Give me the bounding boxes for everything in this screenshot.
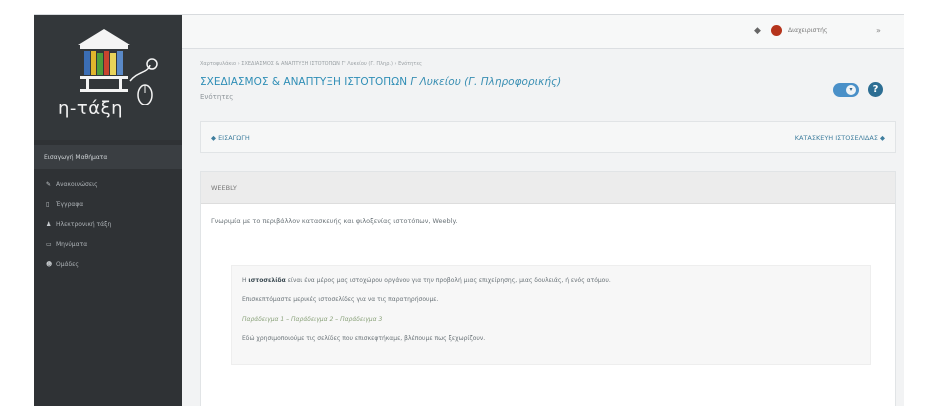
toggle-knob-icon: ▾ [846, 85, 856, 95]
content-line-2: Επισκεπτόμαστε μερικές ιστοσελίδες για ν… [242, 296, 439, 303]
user-avatar-icon[interactable] [771, 25, 782, 36]
sidebar-item-label: Έγγραφα [56, 201, 84, 208]
example-links[interactable]: Παράδειγμα 1 – Παράδειγμα 2 – Παράδειγμα… [242, 316, 382, 323]
document-icon: ▯ [46, 201, 50, 208]
sidebar-item-label: Μηνύματα [56, 241, 88, 248]
page-subtitle: Ενότητες [200, 93, 234, 101]
user-menu[interactable]: Διαχειριστής [788, 27, 827, 34]
logo[interactable]: η-τάξη [34, 15, 182, 140]
page-title: ΣΧΕΔΙΑΣΜΟΣ & ΑΝΑΠΤΥΞΗ ΙΣΤΟΤΟΠΩΝ Γ Λυκείο… [200, 76, 561, 88]
course-title: ΣΧΕΔΙΑΣΜΟΣ & ΑΝΑΠΤΥΞΗ ΙΣΤΟΤΟΠΩΝ [200, 76, 408, 88]
group-icon: ☻ [46, 261, 53, 268]
school-logo-icon [78, 29, 158, 105]
content-line-4: Εδώ χρησιμοποιούμε τις σελίδες που επισκ… [242, 335, 486, 342]
chat-icon: ▭ [46, 241, 52, 248]
content-line-1: Η ιστοσελίδα είναι ένα μέρος μας ιστοχώρ… [242, 277, 611, 284]
sidebar-item-label: Ηλεκτρονική τάξη [56, 221, 112, 228]
app-window: η-τάξη Εισαγωγή Μαθήματα ✎ Ανακοινώσεις ▯… [34, 14, 904, 406]
main-content: Χαρτοφυλάκιο › ΣΧΕΔΙΑΣΜΟΣ & ΑΝΑΠΤΥΞΗ ΙΣΤ… [182, 49, 904, 406]
sidebar-item-documents[interactable]: ▯ Έγγραφα [34, 195, 182, 213]
sidebar-item-messages[interactable]: ▭ Μηνύματα [34, 235, 182, 253]
unit-content-box: Η ιστοσελίδα είναι ένα μέρος μας ιστοχώρ… [231, 265, 871, 365]
course-class: Γ Λυκείου (Γ. Πληροφορικής) [410, 76, 562, 88]
previous-unit-link[interactable]: ◆ ΕΙΣΑΓΩΓΗ [211, 134, 250, 142]
sidebar: η-τάξη Εισαγωγή Μαθήματα ✎ Ανακοινώσεις ▯… [34, 15, 182, 406]
text-fragment: είναι ένα μέρος μας ιστοχώρου οργάνου γι… [285, 277, 611, 284]
sidebar-item-announcements[interactable]: ✎ Ανακοινώσεις [34, 175, 182, 193]
sidebar-section-header[interactable]: Εισαγωγή Μαθήματα [34, 145, 182, 169]
view-toggle[interactable]: ▾ [833, 83, 859, 97]
unit-navigation: ◆ ΕΙΣΑΓΩΓΗ ΚΑΤΑΣΚΕΥΗ ΙΣΤΟΣΕΛΙΔΑΣ ◆ [200, 121, 896, 153]
unit-panel: WEEBLY Γνωριμία με το περιβάλλον κατασκε… [200, 171, 896, 406]
sidebar-item-groups[interactable]: ☻ Ομάδες [34, 255, 182, 273]
unit-title: WEEBLY [201, 172, 895, 204]
top-bar: ◆ Διαχειριστής » [182, 15, 904, 49]
bullhorn-icon: ✎ [46, 181, 52, 188]
users-icon: ♟ [46, 221, 52, 228]
sidebar-item-label: Ανακοινώσεις [56, 181, 98, 188]
sidebar-item-label: Ομάδες [56, 261, 79, 268]
breadcrumb[interactable]: Χαρτοφυλάκιο › ΣΧΕΔΙΑΣΜΟΣ & ΑΝΑΠΤΥΞΗ ΙΣΤ… [200, 61, 422, 67]
next-unit-link[interactable]: ΚΑΤΑΣΚΕΥΗ ΙΣΤΟΣΕΛΙΔΑΣ ◆ [795, 134, 885, 142]
logo-text: η-τάξη [58, 98, 124, 119]
unit-description: Γνωριμία με το περιβάλλον κατασκευής και… [211, 217, 458, 225]
help-icon[interactable]: ? [868, 82, 883, 97]
bold-term: ιστοσελίδα [248, 277, 286, 284]
notifications-icon[interactable]: ◆ [754, 26, 761, 36]
sidebar-item-classroom[interactable]: ♟ Ηλεκτρονική τάξη [34, 215, 182, 233]
expand-icon[interactable]: » [876, 26, 881, 35]
